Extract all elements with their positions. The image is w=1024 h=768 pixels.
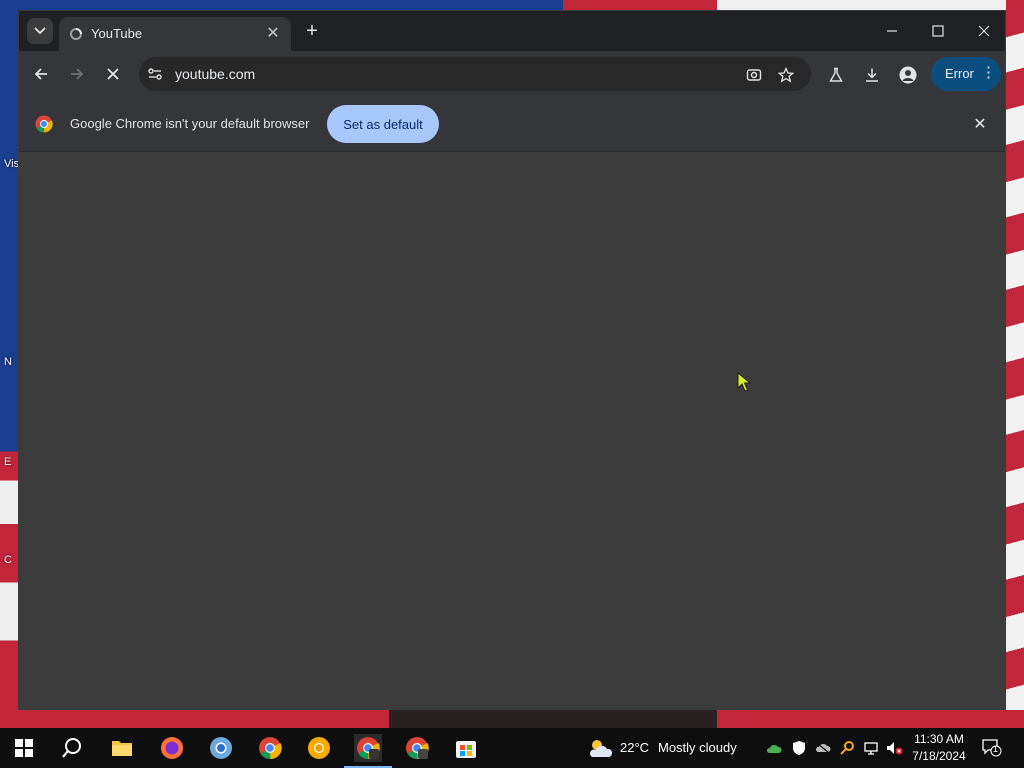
tab-search-button[interactable]: [27, 18, 53, 44]
close-icon: [978, 25, 990, 37]
windows-taskbar: 22°C Mostly cloudy 11:30 AM 7/18/2024 1: [0, 728, 1024, 768]
browser-toolbar: youtube.com Error ⋮: [19, 51, 1005, 97]
back-button[interactable]: [28, 61, 54, 87]
network-icon: [864, 742, 878, 755]
chrome-icon: [259, 737, 282, 760]
star-icon: [778, 67, 794, 83]
notification-icon: [982, 739, 1002, 757]
arrow-right-icon: [71, 68, 84, 80]
loading-favicon-icon: [70, 28, 82, 40]
forward-button[interactable]: [64, 61, 90, 87]
address-bar[interactable]: youtube.com: [139, 57, 811, 91]
chrome-beta-icon: [406, 737, 429, 760]
desktop-icon-label[interactable]: C: [4, 554, 12, 566]
close-window-button[interactable]: [971, 19, 997, 43]
stop-icon: [107, 68, 119, 80]
account-icon: [899, 66, 917, 84]
start-button[interactable]: [10, 734, 38, 762]
chrome-dev-icon: [357, 737, 380, 760]
taskbar-chrome-dev[interactable]: [344, 734, 392, 768]
firefox-icon: [161, 737, 183, 759]
search-icon: [62, 738, 81, 758]
partly-cloudy-icon: [589, 740, 613, 757]
tab-youtube[interactable]: YouTube ✕: [59, 17, 291, 51]
google-lens-button[interactable]: [743, 64, 765, 86]
tray-security-icon[interactable]: [790, 739, 808, 757]
maximize-icon: [932, 25, 944, 37]
tray-volume-icon[interactable]: [886, 739, 904, 757]
bookmark-button[interactable]: [775, 64, 797, 86]
chrome-logo-icon: [35, 115, 53, 133]
infobar-close-icon[interactable]: ✕: [969, 113, 991, 135]
clock-date[interactable]: 7/18/2024: [908, 749, 970, 763]
address-url: youtube.com: [175, 66, 256, 82]
page-content-area: [19, 152, 1005, 709]
arrow-left-icon: [34, 68, 47, 80]
site-settings-icon: [148, 68, 162, 80]
lens-icon: [746, 69, 762, 81]
taskbar-microsoft-store[interactable]: [452, 734, 480, 762]
desktop-icon-label[interactable]: E: [4, 456, 11, 468]
taskbar-chrome[interactable]: [256, 734, 284, 762]
taskbar-chrome-beta[interactable]: [403, 734, 431, 762]
tab-title: YouTube: [91, 26, 143, 41]
sync-cloud-icon: [766, 744, 782, 753]
notification-count: 1: [993, 744, 999, 754]
chromium-icon: [210, 737, 232, 759]
desktop-icon-label[interactable]: N: [4, 356, 12, 368]
folder-icon: [112, 741, 132, 756]
wallpaper-bottom-strip: [0, 710, 1024, 728]
tray-network-icon[interactable]: [862, 739, 880, 757]
more-vertical-icon: ⋮: [981, 64, 996, 81]
weather-temperature[interactable]: 22°C: [620, 740, 649, 755]
chrome-canary-icon: [308, 737, 330, 759]
browser-window: YouTube ✕ + youtube.com Error ⋮ Google C…: [18, 10, 1006, 710]
minimize-icon: [887, 30, 897, 32]
taskbar-chromium[interactable]: [207, 734, 235, 762]
desktop-icon-label[interactable]: Vis: [4, 158, 19, 170]
flask-icon: [829, 67, 843, 82]
windows-logo-icon: [15, 739, 33, 757]
wallpaper-right-strip: [1006, 0, 1024, 728]
key-icon: [840, 741, 854, 755]
taskbar-firefox[interactable]: [158, 734, 186, 762]
maximize-button[interactable]: [925, 19, 951, 43]
tab-close-icon[interactable]: ✕: [263, 23, 283, 43]
shield-icon: [793, 741, 805, 755]
weather-condition[interactable]: Mostly cloudy: [658, 740, 737, 755]
weather-widget[interactable]: [586, 734, 614, 762]
taskbar-chrome-canary[interactable]: [305, 734, 333, 762]
minimize-button[interactable]: [879, 19, 905, 43]
clock-time[interactable]: 11:30 AM: [912, 732, 966, 746]
store-icon: [456, 741, 476, 758]
action-center-button[interactable]: 1: [982, 739, 1004, 757]
set-as-default-button[interactable]: Set as default: [327, 105, 439, 143]
error-label: Error: [945, 66, 974, 81]
infobar-message: Google Chrome isn't your default browser: [70, 116, 310, 131]
downloads-button[interactable]: [861, 64, 883, 86]
tray-app-icon[interactable]: [765, 739, 783, 757]
taskbar-file-explorer[interactable]: [108, 734, 136, 762]
mouse-cursor-icon: [737, 372, 751, 392]
volume-muted-icon: [887, 742, 903, 755]
default-browser-infobar: Google Chrome isn't your default browser…: [19, 97, 1005, 152]
cloud-off-icon: [815, 742, 831, 754]
chevron-down-icon: [34, 27, 46, 35]
tray-key-icon[interactable]: [838, 739, 856, 757]
tab-strip: YouTube ✕ +: [19, 11, 1005, 51]
profile-error-button[interactable]: Error ⋮: [931, 57, 1001, 91]
new-tab-button[interactable]: +: [301, 20, 323, 42]
stop-loading-button[interactable]: [100, 61, 126, 87]
search-button[interactable]: [58, 734, 86, 762]
download-icon: [866, 68, 878, 82]
tray-onedrive-icon[interactable]: [814, 739, 832, 757]
profile-button[interactable]: [897, 64, 919, 86]
chrome-labs-button[interactable]: [825, 64, 847, 86]
